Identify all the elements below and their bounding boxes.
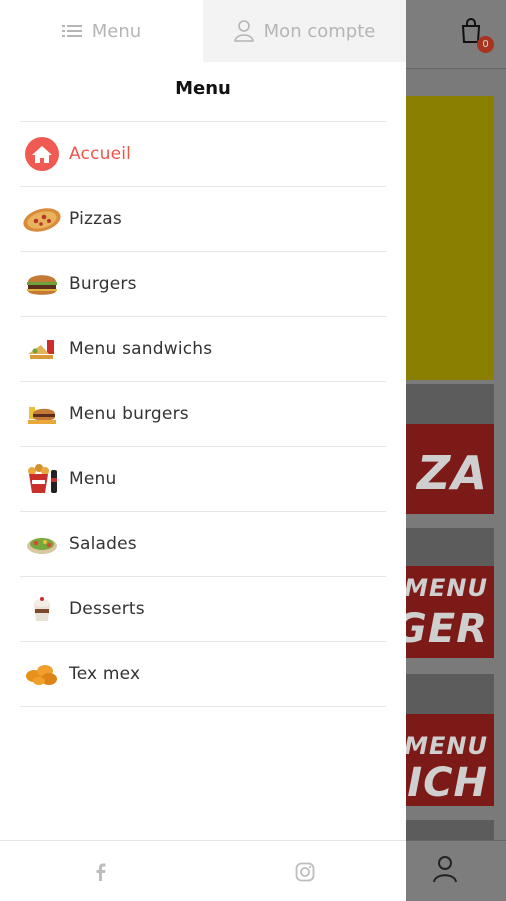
user-icon	[233, 20, 254, 42]
menu-item-label: Salades	[69, 534, 137, 554]
list-icon	[61, 25, 82, 37]
drawer-tabs: Menu Mon compte	[0, 0, 406, 62]
promo-card-text: MENU	[406, 732, 488, 760]
drawer-title: Menu	[175, 78, 231, 99]
promo-card-text: ZA	[417, 446, 488, 500]
menu-item-label: Menu	[69, 469, 117, 489]
promo-card-pizza[interactable]: ZA	[406, 384, 494, 514]
menu-item-label: Menu burgers	[69, 404, 189, 424]
menu-item-label: Burgers	[69, 274, 137, 294]
nuggets-icon	[22, 656, 62, 692]
pizza-icon	[22, 201, 62, 237]
instagram-icon[interactable]	[295, 862, 315, 882]
menu-list: Accueil Pizzas Burgers Menu sandwichs Me…	[20, 121, 386, 707]
promo-card-text: MENU	[406, 574, 488, 602]
menu-item-menu-burgers[interactable]: Menu burgers	[20, 382, 386, 447]
sandwich-menu-icon	[22, 331, 62, 367]
promo-card-sandwich[interactable]: MENU ICH	[406, 674, 494, 806]
promo-card-text: GER	[406, 606, 488, 652]
menu-item-pizzas[interactable]: Pizzas	[20, 187, 386, 252]
menu-item-label: Pizzas	[69, 209, 122, 229]
drawer-footer	[0, 840, 406, 901]
dessert-icon	[22, 591, 62, 627]
background-header	[406, 0, 506, 69]
menu-item-label: Accueil	[69, 144, 132, 164]
home-icon	[22, 136, 62, 172]
promo-card-partial	[406, 820, 494, 840]
menu-item-label: Tex mex	[69, 664, 141, 684]
tab-menu[interactable]: Menu	[0, 0, 203, 62]
facebook-icon[interactable]	[92, 862, 110, 882]
menu-item-tex-mex[interactable]: Tex mex	[20, 642, 386, 707]
menu-item-burgers[interactable]: Burgers	[20, 252, 386, 317]
menu-bucket-icon	[22, 461, 62, 497]
navigation-drawer: Menu Mon compte Menu Accueil Pizzas Burg…	[0, 0, 406, 901]
promo-card-text: ICH	[407, 760, 488, 806]
promo-banner[interactable]	[406, 96, 494, 380]
menu-item-menu[interactable]: Menu	[20, 447, 386, 512]
menu-item-label: Menu sandwichs	[69, 339, 213, 359]
promo-card-burger[interactable]: MENU GER	[406, 528, 494, 658]
burger-icon	[22, 266, 62, 302]
burger-menu-icon	[22, 396, 62, 432]
cart-count-badge: 0	[477, 36, 494, 53]
menu-item-desserts[interactable]: Desserts	[20, 577, 386, 642]
menu-item-accueil[interactable]: Accueil	[20, 122, 386, 187]
tab-menu-label: Menu	[91, 20, 142, 42]
menu-item-menu-sandwichs[interactable]: Menu sandwichs	[20, 317, 386, 382]
tab-account-label: Mon compte	[263, 20, 376, 42]
salad-icon	[22, 526, 62, 562]
user-icon[interactable]	[432, 855, 458, 883]
tab-account[interactable]: Mon compte	[203, 0, 406, 62]
menu-item-label: Desserts	[69, 599, 145, 619]
menu-item-salades[interactable]: Salades	[20, 512, 386, 577]
